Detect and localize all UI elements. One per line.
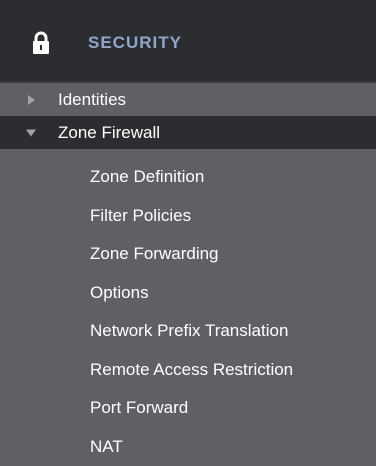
submenu-item-label: Zone Definition [90,167,204,187]
submenu-item-label: Remote Access Restriction [90,360,293,380]
submenu-item-label: Zone Forwarding [90,244,219,264]
chevron-down-icon [26,129,36,136]
zone-firewall-submenu: Zone Definition Filter Policies Zone For… [0,158,376,466]
submenu-item-zone-forwarding[interactable]: Zone Forwarding [0,235,376,274]
submenu-item-nat[interactable]: NAT [0,428,376,466]
submenu-item-label: Port Forward [90,398,188,418]
security-nav-panel: SECURITY Identities Zone Firewall Zone D… [0,0,376,459]
nav-group-identities[interactable]: Identities [0,83,376,116]
submenu-item-options[interactable]: Options [0,274,376,313]
submenu-item-port-forward[interactable]: Port Forward [0,389,376,428]
lock-icon [33,31,49,55]
submenu-item-label: NAT [90,437,123,457]
nav-group-zone-firewall[interactable]: Zone Firewall [0,116,376,149]
section-header: SECURITY [0,0,376,81]
submenu-item-zone-definition[interactable]: Zone Definition [0,158,376,197]
submenu-item-network-prefix-translation[interactable]: Network Prefix Translation [0,312,376,351]
submenu-item-label: Network Prefix Translation [90,321,288,341]
submenu-item-remote-access-restriction[interactable]: Remote Access Restriction [0,351,376,390]
submenu-item-filter-policies[interactable]: Filter Policies [0,197,376,236]
submenu-item-label: Options [90,283,149,303]
submenu-item-label: Filter Policies [90,206,191,226]
nav-group-label: Zone Firewall [58,123,160,143]
chevron-right-icon [28,95,35,105]
section-title: SECURITY [88,33,182,53]
nav-group-label: Identities [58,90,126,110]
